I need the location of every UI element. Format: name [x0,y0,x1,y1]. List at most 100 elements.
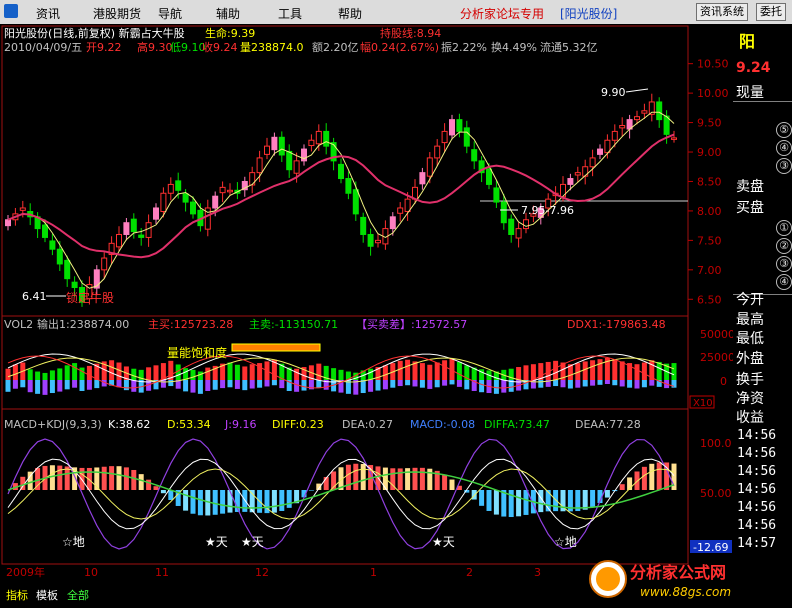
forum-label: 分析家论坛专用 [460,7,545,21]
candle-body [619,125,626,129]
macd-bar [360,463,366,490]
macd-dea: DEA:0.27 [342,418,393,431]
price-tick: 8.50 [697,175,722,188]
macd-bar [619,484,625,490]
volume-bar-up [79,367,85,380]
macd-bar [212,490,218,515]
tick-time-6: 14:56 [737,518,777,533]
candle-body [456,119,463,132]
macd-bar [153,486,159,490]
volume-bar-up [368,368,374,380]
volume-bar-down [160,380,166,388]
candle-body [145,222,152,238]
candle-body [486,168,492,185]
volume-bar-up [190,369,196,380]
volume-bar-up [419,363,425,380]
menu-help[interactable]: 帮助 [338,5,362,22]
volume-bar-down [382,380,388,390]
volume-bar-down [20,380,26,388]
volume-bar-up [619,361,625,380]
menu-news[interactable]: 资讯 [36,5,60,22]
day-mark-3: ★天 [241,535,264,549]
price-tick: 7.00 [697,264,722,277]
tab-template[interactable]: 模板 [36,587,58,603]
candle-body [101,257,108,271]
bar-high: 高9.30 [137,40,173,54]
candle-body [441,130,448,144]
candle-body [597,148,603,155]
candle-body [338,163,344,180]
current-price: 9.24 [736,60,771,76]
candle-body [582,166,589,177]
macd-value: MACD:-0.08 [410,418,475,431]
chart-title: 阳光股份(日线,前复权) 新霸占大牛股 [4,26,185,40]
vol-scale: X10 [693,398,713,409]
bar-amount: 额2.20亿 [312,41,359,54]
tick-time-1: 14:56 [737,428,777,443]
stock-chart[interactable]: 10.50 10.00 9.50 9.00 8.50 8.00 7.50 7.00 6.50 阳… [0,24,733,584]
candle-body [493,187,500,203]
menu-assist[interactable]: 辅助 [216,5,240,22]
macd-bar [397,468,403,490]
candle-body [352,189,359,215]
candle-body [471,149,478,162]
buy-level-2: ② [776,238,792,254]
x-tick-2009: 2009年 [6,565,45,579]
candle-body [397,207,404,214]
menu-tools[interactable]: 工具 [278,5,302,22]
yield-label: 收益 [736,410,764,426]
candle-body [308,139,315,147]
volume-bar-up [205,367,211,380]
day-mark-1: ☆地 [62,535,85,549]
volume-bar-down [279,380,285,389]
volume-bar-down [168,380,174,387]
tick-time-4: 14:56 [737,482,777,497]
macd-axis-100: 100.0 [700,437,732,450]
volume-bar-down [264,380,270,387]
volume-bar-up [523,365,529,380]
candle-body [434,145,441,159]
volume-bar-down [123,380,129,391]
candle-body [182,193,189,203]
bar-volume: 量238874.0 [240,41,304,54]
macd-bar [197,490,203,516]
macd-bar [582,490,588,510]
kdj-k: K:38.62 [108,418,150,431]
volume-bar-up [590,360,596,380]
current-volume-label: 现量 [736,85,764,101]
tick-time-7: 14:57 [737,536,777,551]
vol-axis-0: 0 [720,375,727,388]
candle-body [167,183,174,194]
macd-bar [590,490,596,508]
news-system-button[interactable]: 资讯系统 [696,3,748,21]
bar-open: 开9.22 [86,41,122,54]
volume-bar-down [553,380,559,387]
vol-diff: 【买卖差】:12572.57 [356,317,467,331]
macd-bar [412,467,418,490]
volume-bar-up [612,359,618,380]
volume-bar-down [442,380,448,386]
tab-all[interactable]: 全部 [67,587,89,603]
volume-bar-down [205,380,211,391]
candle-body [315,130,322,145]
tab-indicator[interactable]: 指标 [6,587,28,603]
candle-body [426,157,433,177]
menu-nav[interactable]: 导航 [158,5,182,22]
volume-bar-down [575,380,581,388]
candle-body [130,218,137,233]
volume-bar-down [316,380,322,389]
bottom-label: 6.41 [22,290,47,303]
volume-bar-up [5,368,11,380]
day-mark-4: ★天 [432,535,455,549]
candle-body [360,216,367,235]
candle-body [19,207,26,211]
volume-bar-down [501,380,507,393]
candle-body [515,228,522,239]
tick-time-5: 14:56 [737,500,777,515]
menu-hk-futures[interactable]: 港股期货 [93,5,141,22]
stock-link[interactable]: [阳光股份] [560,5,617,22]
bar-low: 低9.10 [170,41,206,54]
entrust-button[interactable]: 委托 [756,3,786,21]
candle-body [500,201,507,224]
volume-bar-down [49,380,55,394]
